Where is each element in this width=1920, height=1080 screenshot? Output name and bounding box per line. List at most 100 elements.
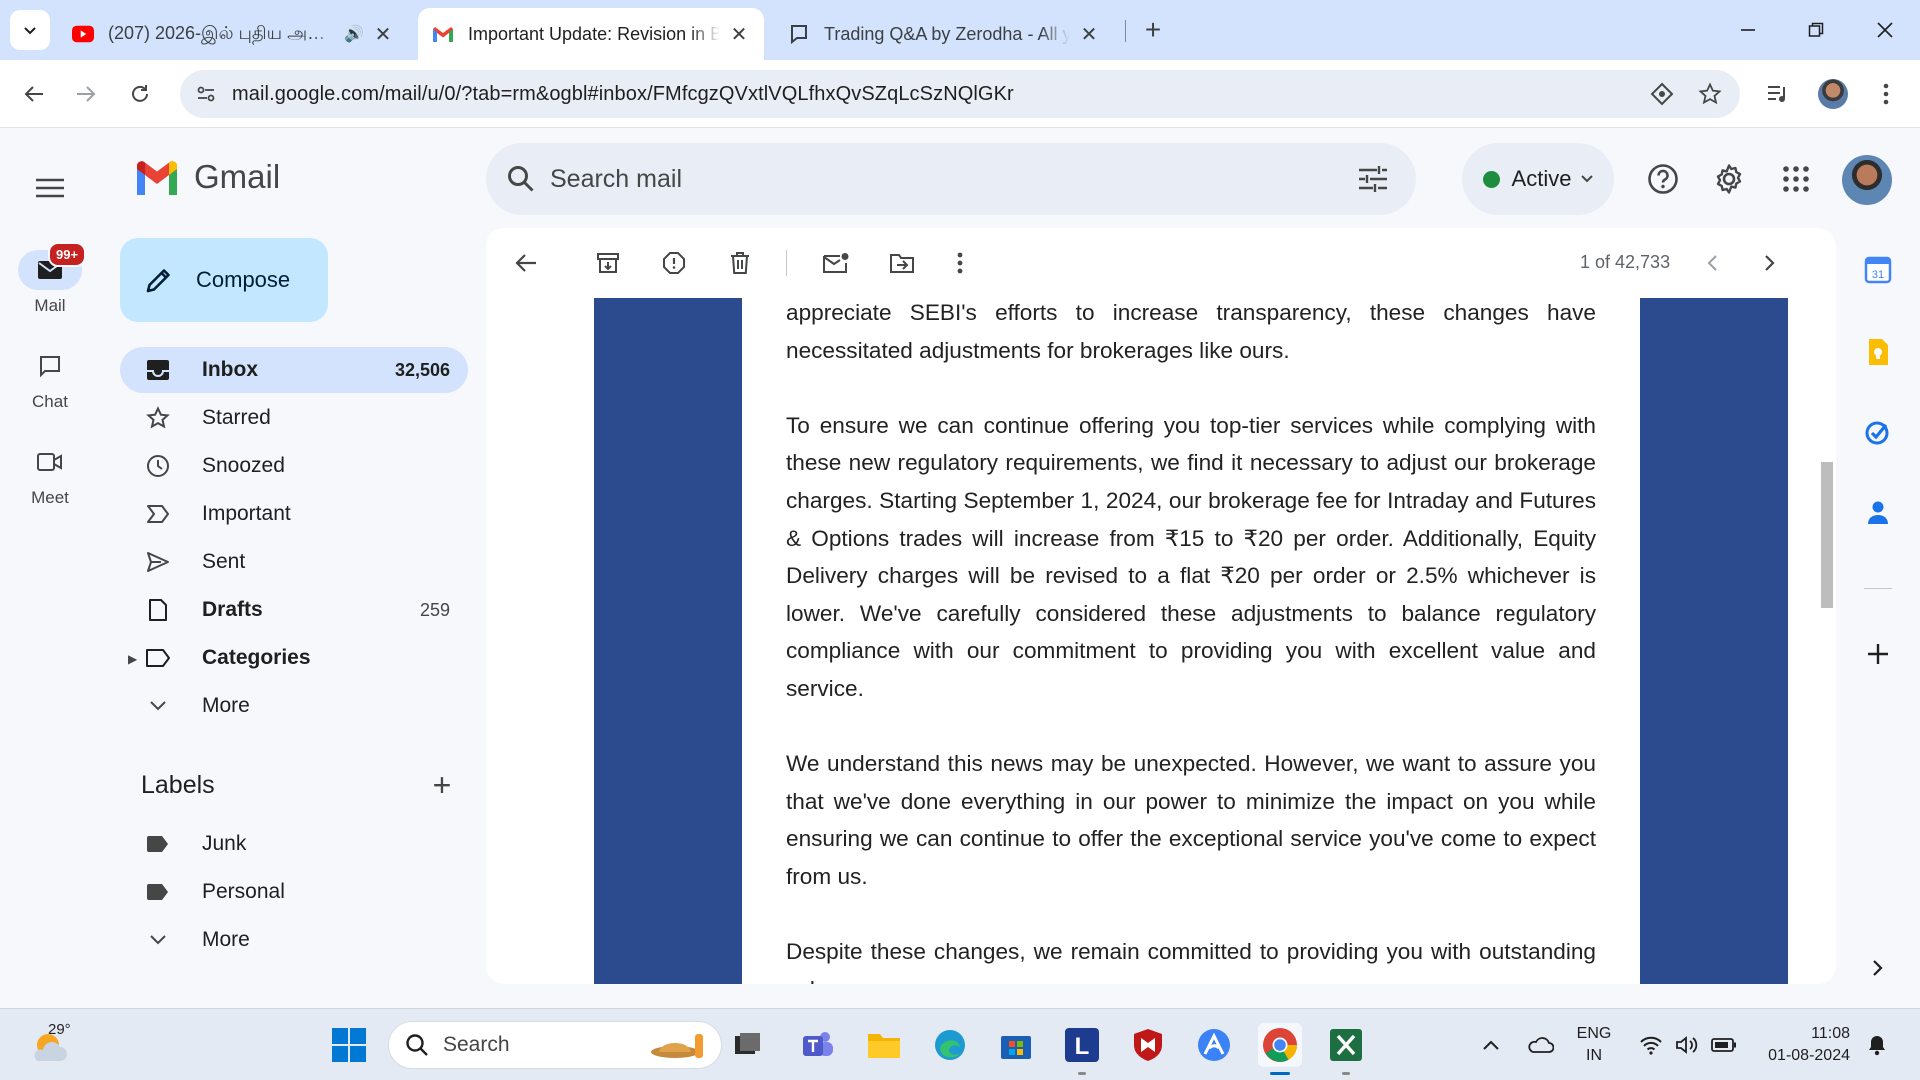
arrow-right-icon (77, 86, 96, 102)
rail-chat-label: Chat (32, 392, 68, 411)
site-settings-icon[interactable] (180, 83, 232, 105)
lens-icon[interactable] (1642, 74, 1682, 114)
back-to-inbox-button[interactable] (508, 245, 544, 281)
close-tab-icon[interactable]: ✕ (1078, 22, 1100, 47)
close-window-button[interactable] (1862, 12, 1908, 48)
add-label-button[interactable]: + (424, 767, 460, 803)
more-actions-button[interactable] (942, 245, 978, 281)
bookmark-star-icon[interactable] (1690, 74, 1730, 114)
browser-tab-tradingqa[interactable]: Trading Q&A by Zerodha - All y ✕ (774, 8, 1114, 60)
help-icon (1648, 164, 1678, 194)
back-button[interactable] (14, 74, 54, 114)
pencil-icon (146, 269, 170, 293)
keep-app-button[interactable] (1856, 330, 1900, 374)
show-side-panel-button[interactable] (1856, 946, 1900, 990)
cloud-icon (1528, 1037, 1554, 1053)
search-options-icon[interactable] (1358, 165, 1388, 193)
search-input[interactable]: Search mail (550, 165, 682, 194)
nav-inbox[interactable]: Inbox 32,506 (120, 347, 468, 393)
speaker-icon[interactable]: 🔊 (344, 24, 364, 44)
nav-categories[interactable]: Categories (120, 635, 468, 681)
contacts-app-button[interactable] (1856, 490, 1900, 534)
delete-button[interactable] (722, 245, 758, 281)
nav-label: Starred (202, 406, 271, 429)
file-explorer-app[interactable] (862, 1023, 906, 1067)
tab-search-button[interactable] (10, 10, 50, 50)
start-button[interactable] (327, 1023, 371, 1067)
message-pager: 1 of 42,733 (1580, 252, 1671, 272)
google-apps-button[interactable] (1773, 156, 1819, 202)
close-tab-icon[interactable]: ✕ (728, 22, 750, 47)
search-icon[interactable] (506, 164, 536, 194)
archive-icon (597, 253, 619, 273)
newer-button[interactable] (1694, 245, 1730, 281)
status-selector[interactable]: Active (1462, 143, 1614, 215)
older-button[interactable] (1752, 245, 1788, 281)
address-bar[interactable]: mail.google.com/mail/u/0/?tab=rm&ogbl#in… (180, 70, 1740, 118)
system-clock[interactable]: 11:08 01-08-2024 (1754, 1023, 1850, 1067)
main-menu-button[interactable] (26, 164, 74, 212)
tasks-app-button[interactable] (1856, 410, 1900, 454)
nav-starred[interactable]: Starred (120, 395, 468, 441)
nav-snoozed[interactable]: Snoozed (120, 443, 468, 489)
chrome-app[interactable] (1258, 1023, 1302, 1075)
unread-badge: 99+ (48, 242, 87, 267)
microsoft-store-app[interactable] (994, 1023, 1038, 1067)
get-addons-button[interactable] (1856, 632, 1900, 676)
bell-icon (1869, 1036, 1885, 1056)
move-to-button[interactable] (884, 245, 920, 281)
nav-sent[interactable]: Sent (120, 539, 468, 585)
l-app[interactable]: L (1060, 1023, 1104, 1075)
task-view-button[interactable] (726, 1023, 770, 1067)
keep-icon (1869, 339, 1888, 365)
contacts-icon (1868, 501, 1888, 524)
support-button[interactable] (1640, 156, 1686, 202)
edge-app[interactable] (928, 1023, 972, 1067)
weather-temperature: 29° (48, 1021, 71, 1038)
tab-title: Important Update: Revision in B (468, 23, 720, 44)
new-tab-button[interactable]: + (1135, 12, 1171, 48)
rail-chat[interactable]: Chat (0, 346, 100, 412)
mcafee-app[interactable] (1126, 1023, 1170, 1067)
forward-button[interactable] (66, 74, 106, 114)
compose-button[interactable]: Compose (120, 238, 328, 322)
volume-tray[interactable] (1672, 1027, 1702, 1063)
labels-more[interactable]: More (120, 917, 468, 963)
restore-button[interactable] (1793, 12, 1839, 48)
calendar-app-button[interactable]: 31 (1856, 248, 1900, 292)
input-language[interactable]: ENG IN (1574, 1023, 1614, 1067)
language-code: ENG (1576, 1025, 1612, 1042)
browser-tab-gmail[interactable]: Important Update: Revision in B ✕ (418, 8, 764, 60)
account-avatar[interactable] (1842, 155, 1892, 205)
rail-mail[interactable]: 99+ Mail (0, 242, 100, 316)
nav-drafts[interactable]: Drafts 259 (120, 587, 468, 633)
taskbar-search[interactable]: Search (388, 1021, 722, 1069)
label-junk[interactable]: Junk (120, 821, 468, 867)
teams-app[interactable] (796, 1023, 840, 1067)
gmail-logo[interactable]: Gmail (134, 158, 280, 196)
onedrive-tray[interactable] (1522, 1027, 1558, 1063)
nav-important[interactable]: Important (120, 491, 468, 537)
media-control-icon[interactable] (1758, 74, 1798, 114)
excel-app[interactable] (1324, 1023, 1368, 1075)
rail-meet[interactable]: Meet (0, 442, 100, 508)
label-personal[interactable]: Personal (120, 869, 468, 915)
minimize-button[interactable] (1725, 12, 1771, 48)
show-hidden-icons[interactable] (1476, 1027, 1506, 1063)
browser-menu-icon[interactable] (1866, 74, 1906, 114)
battery-tray[interactable] (1708, 1027, 1740, 1063)
reload-button[interactable] (120, 74, 160, 114)
settings-button[interactable] (1706, 156, 1752, 202)
notifications-tray[interactable] (1862, 1027, 1892, 1063)
mark-unread-button[interactable] (818, 245, 854, 281)
arc-app[interactable] (1192, 1023, 1236, 1067)
archive-button[interactable] (590, 245, 626, 281)
profile-avatar[interactable] (1813, 74, 1853, 114)
close-tab-icon[interactable]: ✕ (372, 22, 394, 47)
report-spam-button[interactable] (656, 245, 692, 281)
browser-tab-youtube[interactable]: (207) 2026-இல் புதிய அ… 🔊 ✕ (58, 8, 408, 60)
nav-more[interactable]: More (120, 683, 468, 729)
search-bar[interactable]: Search mail (486, 143, 1416, 215)
wifi-tray[interactable] (1636, 1027, 1666, 1063)
scrollbar-thumb[interactable] (1821, 462, 1833, 608)
